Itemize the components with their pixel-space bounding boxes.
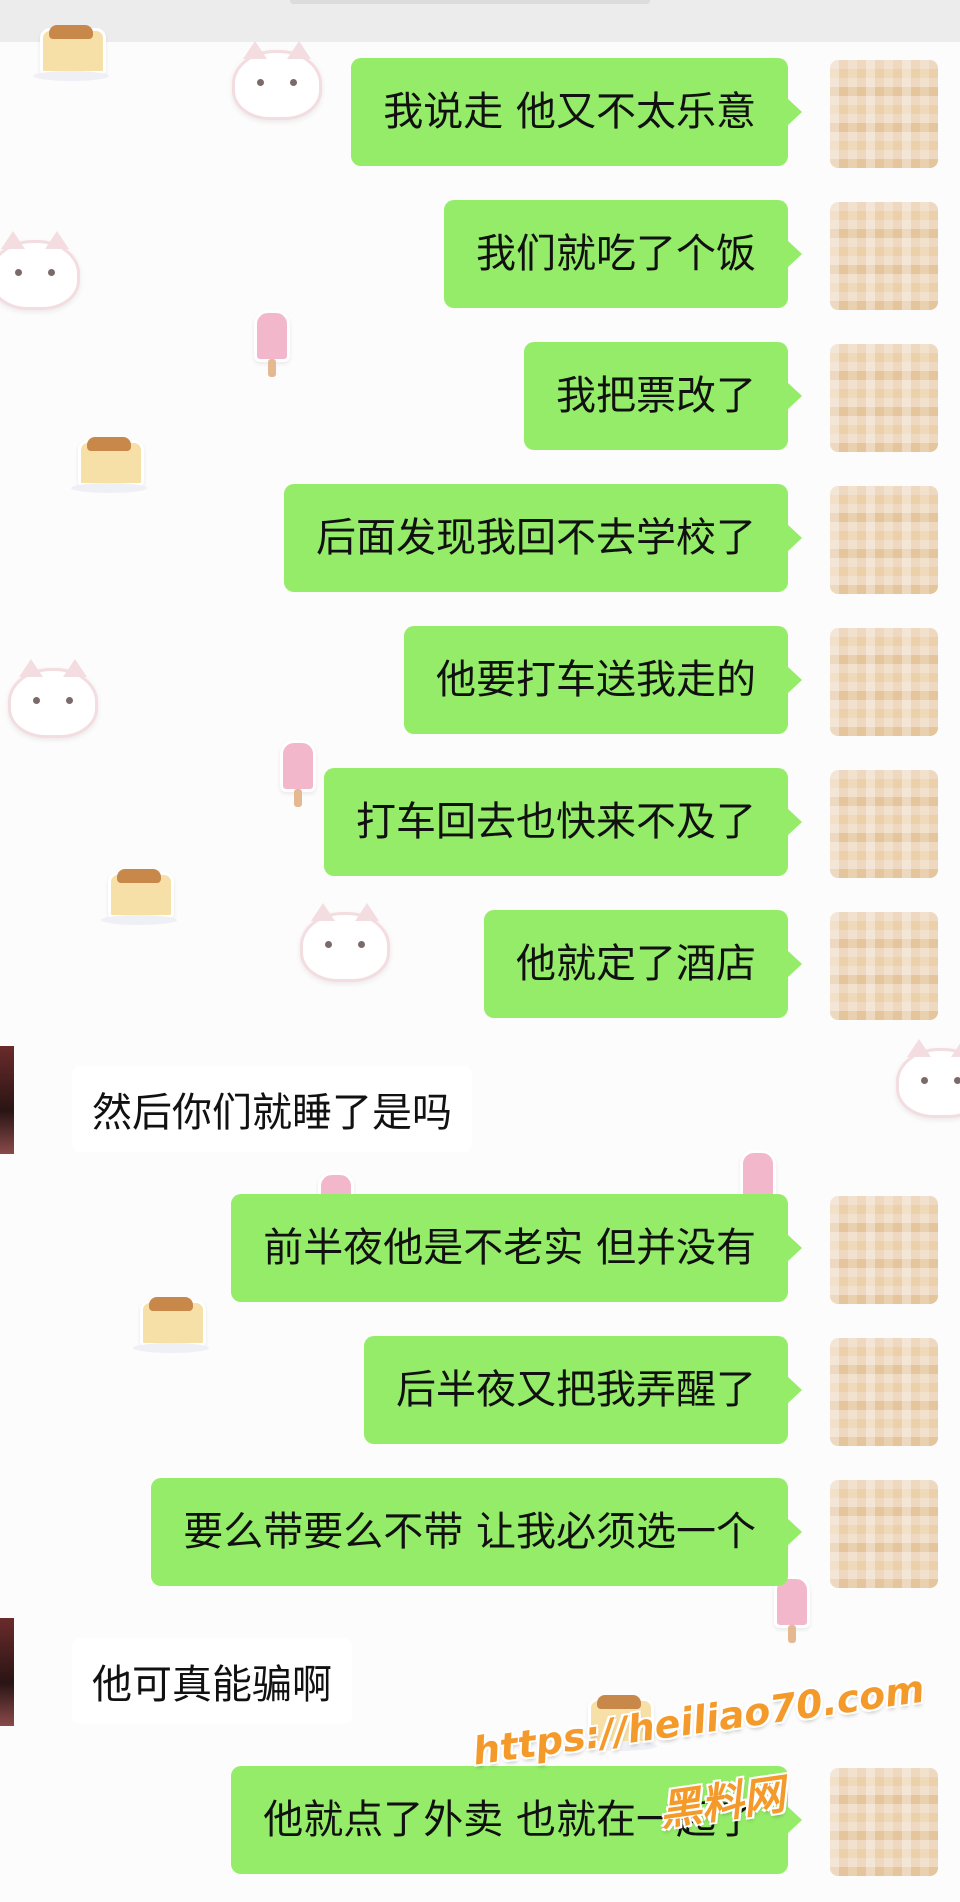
message-row: 然后你们就睡了是吗 (0, 1046, 960, 1156)
contact-avatar[interactable] (0, 1618, 14, 1726)
message-row: 后面发现我回不去学校了 (0, 482, 960, 602)
user-avatar[interactable] (830, 486, 938, 594)
message-row: 前半夜他是不老实 但并没有 (0, 1192, 960, 1312)
user-avatar[interactable] (830, 770, 938, 878)
contact-avatar[interactable] (0, 1046, 14, 1154)
message-bubble[interactable]: 打车回去也快来不及了 (324, 768, 802, 876)
message-bubble[interactable]: 他要打车送我走的 (404, 626, 802, 734)
message-row: 他就定了酒店 (0, 908, 960, 1028)
user-avatar[interactable] (830, 628, 938, 736)
message-bubble[interactable]: 我说走 他又不太乐意 (351, 58, 802, 166)
user-avatar[interactable] (830, 344, 938, 452)
user-avatar[interactable] (830, 912, 938, 1020)
user-avatar[interactable] (830, 1338, 938, 1446)
message-row: 他要打车送我走的 (0, 624, 960, 744)
message-row: 我说走 他又不太乐意 (0, 56, 960, 176)
user-avatar[interactable] (830, 1196, 938, 1304)
message-row: 后半夜又把我弄醒了 (0, 1334, 960, 1454)
message-bubble[interactable]: 他可真能骗啊 (72, 1638, 352, 1724)
message-bubble[interactable]: 前半夜他是不老实 但并没有 (231, 1194, 802, 1302)
message-bubble[interactable]: 后面发现我回不去学校了 (284, 484, 802, 592)
user-avatar[interactable] (830, 202, 938, 310)
message-bubble[interactable]: 要么带要么不带 让我必须选一个 (151, 1478, 802, 1586)
message-bubble[interactable]: 他就定了酒店 (484, 910, 802, 1018)
message-row: 我们就吃了个饭 (0, 198, 960, 318)
user-avatar[interactable] (830, 60, 938, 168)
message-row: 我把票改了 (0, 340, 960, 460)
message-bubble[interactable]: 后半夜又把我弄醒了 (364, 1336, 802, 1444)
user-avatar[interactable] (830, 1768, 938, 1876)
message-bubble[interactable]: 我们就吃了个饭 (444, 200, 802, 308)
user-avatar[interactable] (830, 1480, 938, 1588)
message-bubble[interactable]: 然后你们就睡了是吗 (72, 1066, 472, 1152)
top-bar (0, 0, 960, 42)
message-row: 要么带要么不带 让我必须选一个 (0, 1476, 960, 1596)
top-bar-handle (290, 0, 650, 4)
message-row: 他就点了外卖 也就在一起了 (0, 1764, 960, 1884)
message-bubble[interactable]: 我把票改了 (524, 342, 802, 450)
message-row: 打车回去也快来不及了 (0, 766, 960, 886)
